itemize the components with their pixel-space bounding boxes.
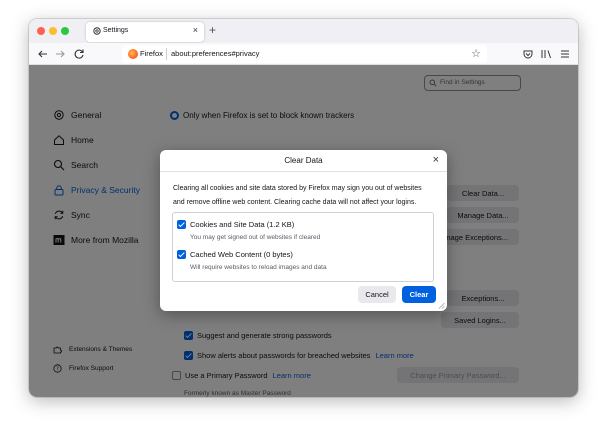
url-separator bbox=[166, 48, 167, 60]
checkbox-checked[interactable] bbox=[177, 250, 186, 259]
clear-data-dialog: Clear Data × Clearing all cookies and si… bbox=[160, 150, 447, 311]
bookmark-star-icon[interactable]: ☆ bbox=[471, 47, 481, 60]
url-text[interactable]: about:preferences#privacy bbox=[171, 49, 259, 58]
back-icon[interactable] bbox=[36, 47, 50, 61]
zoom-window-button[interactable] bbox=[61, 27, 69, 35]
tab-settings[interactable]: Settings × bbox=[86, 22, 204, 42]
cache-option[interactable]: Cached Web Content (0 bytes) bbox=[177, 250, 293, 259]
dialog-divider bbox=[160, 171, 447, 172]
reload-icon[interactable] bbox=[72, 47, 86, 61]
nav-bar: Firefox about:preferences#privacy ☆ bbox=[29, 43, 578, 65]
close-window-button[interactable] bbox=[37, 27, 45, 35]
firefox-logo-icon bbox=[128, 49, 138, 59]
cookies-option-label: Cookies and Site Data (1.2 KB) bbox=[190, 220, 295, 229]
dialog-title: Clear Data bbox=[284, 156, 323, 165]
tab-title: Settings bbox=[103, 27, 129, 34]
menu-icon[interactable] bbox=[558, 47, 572, 61]
gear-icon bbox=[93, 27, 101, 35]
dialog-description-line1: Clearing all cookies and site data store… bbox=[173, 185, 422, 192]
close-icon[interactable]: × bbox=[433, 154, 439, 166]
cookies-option[interactable]: Cookies and Site Data (1.2 KB) bbox=[177, 220, 294, 229]
pocket-icon[interactable] bbox=[521, 47, 535, 61]
identity-label: Firefox bbox=[140, 49, 163, 58]
checkbox-checked[interactable] bbox=[177, 220, 186, 229]
forward-icon[interactable] bbox=[53, 47, 67, 61]
clear-button[interactable]: Clear bbox=[402, 286, 436, 303]
resize-grip-icon[interactable] bbox=[438, 302, 445, 309]
new-tab-button[interactable]: + bbox=[209, 23, 216, 37]
library-icon[interactable] bbox=[539, 47, 553, 61]
cache-option-label: Cached Web Content (0 bytes) bbox=[190, 250, 293, 259]
dialog-description-line2: and remove offline web content. Clearing… bbox=[173, 199, 417, 206]
dialog-options-box: Cookies and Site Data (1.2 KB) You may g… bbox=[172, 212, 434, 282]
minimize-window-button[interactable] bbox=[49, 27, 57, 35]
cookies-option-hint: You may get signed out of websites if cl… bbox=[190, 234, 321, 241]
url-bar[interactable]: Firefox about:preferences#privacy ☆ bbox=[122, 45, 487, 63]
cache-option-hint: Will require websites to reload images a… bbox=[190, 264, 327, 271]
tab-bar: Settings × + bbox=[29, 19, 578, 43]
close-tab-icon[interactable]: × bbox=[193, 25, 198, 35]
cancel-button[interactable]: Cancel bbox=[358, 286, 396, 303]
